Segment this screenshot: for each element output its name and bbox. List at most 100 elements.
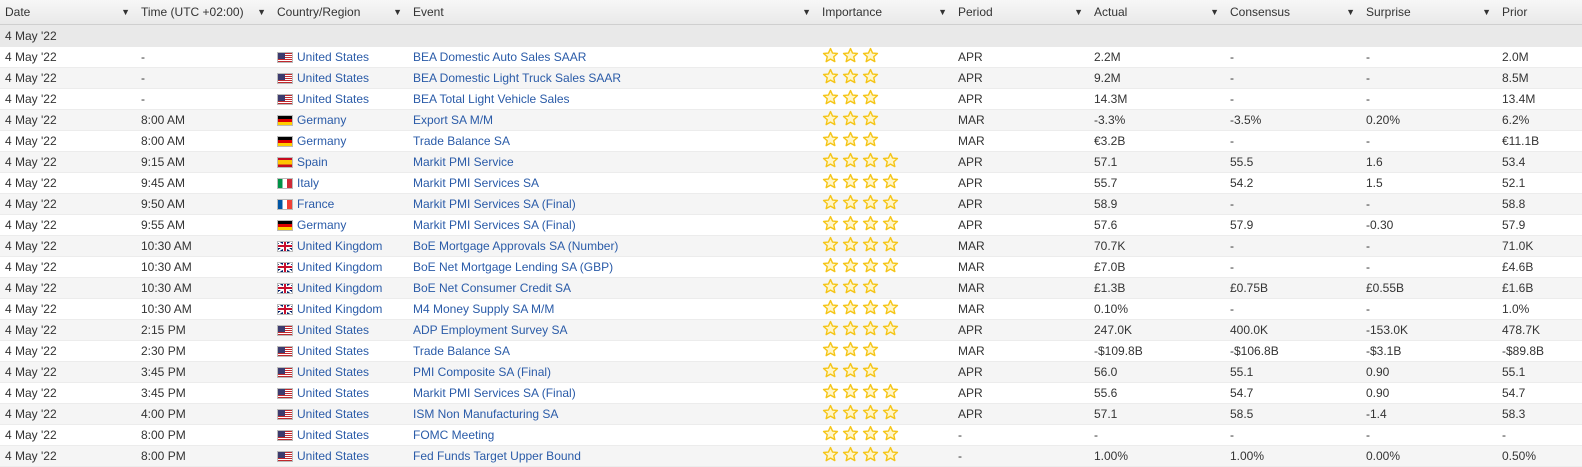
table-row[interactable]: 4 May '22- United States BEA Total Light V…: [0, 88, 1582, 110]
table-row[interactable]: 4 May '22 8:00 AM Germany Export SA M/M MAR -…: [0, 109, 1582, 131]
country-link[interactable]: France: [297, 197, 334, 211]
event-link[interactable]: ISM Non Manufacturing SA: [413, 407, 558, 421]
table-row[interactable]: 4 May '22 10:30 AM United Kingdom BoE Net M…: [0, 256, 1582, 278]
importance-stars: [822, 194, 899, 211]
actual-cell: 55.6: [1089, 382, 1225, 404]
country-link[interactable]: Germany: [297, 134, 346, 148]
table-row[interactable]: 4 May '22 10:30 AM United Kingdom BoE Net C…: [0, 277, 1582, 299]
surprise-cell: -: [1361, 47, 1497, 68]
event-link[interactable]: BoE Net Consumer Credit SA: [413, 281, 571, 295]
consensus-cell: -: [1225, 88, 1361, 110]
event-link[interactable]: BEA Domestic Auto Sales SAAR: [413, 50, 586, 64]
country-link[interactable]: United States: [297, 428, 369, 442]
star-icon: [842, 425, 859, 441]
time-cell: 8:00 PM: [136, 424, 272, 446]
star-icon: [842, 320, 859, 336]
event-link[interactable]: Fed Funds Target Upper Bound: [413, 449, 581, 463]
event-link[interactable]: Markit PMI Services SA (Final): [413, 386, 576, 400]
event-link[interactable]: Trade Balance SA: [413, 134, 510, 148]
event-link[interactable]: Markit PMI Services SA (Final): [413, 218, 576, 232]
country-link[interactable]: Germany: [297, 218, 346, 232]
event-link[interactable]: Trade Balance SA: [413, 344, 510, 358]
star-icon: [882, 257, 899, 273]
event-link[interactable]: BoE Net Mortgage Lending SA (GBP): [413, 260, 613, 274]
star-icon: [862, 131, 879, 147]
column-header-date[interactable]: Date ▼: [0, 0, 136, 25]
table-row[interactable]: 4 May '22 4:00 PM United States ISM Non Man…: [0, 403, 1582, 425]
country-link[interactable]: United Kingdom: [297, 281, 382, 295]
table-row[interactable]: 4 May '22 8:00 AM Germany Trade Balance SA M…: [0, 130, 1582, 152]
consensus-cell: 54.7: [1225, 382, 1361, 404]
column-header-consensus[interactable]: Consensus ▼: [1225, 0, 1361, 25]
column-header-importance[interactable]: Importance ▼: [817, 0, 953, 25]
table-row[interactable]: 4 May '22 8:00 PM United States Fed Funds T…: [0, 445, 1582, 467]
sort-dropdown-icon[interactable]: ▼: [393, 7, 402, 17]
country-link[interactable]: United States: [297, 71, 369, 85]
country-link[interactable]: United States: [297, 365, 369, 379]
table-row[interactable]: 4 May '22 9:15 AM Spain Markit PMI Service A…: [0, 151, 1582, 173]
country-link[interactable]: Spain: [297, 155, 328, 169]
star-icon: [862, 173, 879, 189]
event-link[interactable]: PMI Composite SA (Final): [413, 365, 551, 379]
column-header-label: Date: [5, 5, 31, 19]
sort-dropdown-icon[interactable]: ▼: [1210, 7, 1219, 17]
country-link[interactable]: United States: [297, 386, 369, 400]
country-link[interactable]: United Kingdom: [297, 260, 382, 274]
sort-dropdown-icon[interactable]: ▼: [1346, 7, 1355, 17]
column-header-surprise[interactable]: Surprise ▼: [1361, 0, 1497, 25]
column-header-country[interactable]: Country/Region ▼: [272, 0, 408, 25]
country-link[interactable]: Italy: [297, 176, 319, 190]
actual-cell: -$109.8B: [1089, 340, 1225, 362]
star-icon: [842, 173, 859, 189]
column-header-period[interactable]: Period ▼: [953, 0, 1089, 25]
event-link[interactable]: M4 Money Supply SA M/M: [413, 302, 554, 316]
sort-dropdown-icon[interactable]: ▼: [802, 7, 811, 17]
event-link[interactable]: Markit PMI Services SA (Final): [413, 197, 576, 211]
table-row[interactable]: 4 May '22 9:55 AM Germany Markit PMI Servic…: [0, 214, 1582, 236]
country-link[interactable]: United States: [297, 92, 369, 106]
sort-dropdown-icon[interactable]: ▼: [1482, 7, 1491, 17]
country-link[interactable]: United States: [297, 344, 369, 358]
event-link[interactable]: Markit PMI Services SA: [413, 176, 539, 190]
event-link[interactable]: ADP Employment Survey SA: [413, 323, 568, 337]
event-link[interactable]: Export SA M/M: [413, 113, 493, 127]
country-cell: United States: [272, 403, 408, 425]
event-cell: BoE Net Consumer Credit SA: [408, 277, 817, 299]
table-row[interactable]: 4 May '22 3:45 PM United States PMI Composi…: [0, 361, 1582, 383]
sort-dropdown-icon[interactable]: ▼: [257, 7, 266, 17]
sort-dropdown-icon[interactable]: ▼: [1074, 7, 1083, 17]
column-header-actual[interactable]: Actual ▼: [1089, 0, 1225, 25]
table-row[interactable]: 4 May '22 2:15 PM United States ADP Employm…: [0, 319, 1582, 341]
importance-stars: [822, 278, 879, 295]
sort-dropdown-icon[interactable]: ▼: [938, 7, 947, 17]
country-link[interactable]: Germany: [297, 113, 346, 127]
table-row[interactable]: 4 May '22 3:45 PM United States Markit PMI …: [0, 382, 1582, 404]
column-header-prior[interactable]: Prior: [1497, 0, 1582, 25]
table-row[interactable]: 4 May '22 9:50 AM France Markit PMI Service…: [0, 193, 1582, 215]
event-link[interactable]: BoE Mortgage Approvals SA (Number): [413, 239, 618, 253]
country-link[interactable]: United States: [297, 323, 369, 337]
event-link[interactable]: BEA Domestic Light Truck Sales SAAR: [413, 71, 621, 85]
event-link[interactable]: FOMC Meeting: [413, 428, 494, 442]
country-link[interactable]: United States: [297, 449, 369, 463]
country-link[interactable]: United States: [297, 50, 369, 64]
surprise-cell: 1.5: [1361, 172, 1497, 194]
table-row[interactable]: 4 May '22 9:45 AM Italy Markit PMI Services…: [0, 172, 1582, 194]
event-link[interactable]: Markit PMI Service: [413, 155, 514, 169]
prior-cell: 53.4: [1497, 151, 1582, 173]
table-row[interactable]: 4 May '22- United States BEA Domestic Ligh…: [0, 67, 1582, 89]
country-link[interactable]: United Kingdom: [297, 302, 382, 316]
table-row[interactable]: 4 May '22 10:30 AM United Kingdom BoE Mortg…: [0, 235, 1582, 257]
table-row[interactable]: 4 May '22 8:00 PM United States FOMC Meetin…: [0, 424, 1582, 446]
event-link[interactable]: BEA Total Light Vehicle Sales: [413, 92, 570, 106]
column-header-event[interactable]: Event ▼: [408, 0, 817, 25]
table-row[interactable]: 4 May '22 2:30 PM United States Trade Balan…: [0, 340, 1582, 362]
column-header-time[interactable]: Time (UTC +02:00) ▼: [136, 0, 272, 25]
country-wrapper: United States: [277, 449, 408, 463]
sort-dropdown-icon[interactable]: ▼: [121, 7, 130, 17]
table-row[interactable]: 4 May '22 10:30 AM United Kingdom M4 Money …: [0, 298, 1582, 320]
country-link[interactable]: United Kingdom: [297, 239, 382, 253]
country-link[interactable]: United States: [297, 407, 369, 421]
date-cell: 4 May '22: [0, 424, 136, 446]
table-row[interactable]: 4 May '22- United States BEA Domestic Auto…: [0, 47, 1582, 68]
